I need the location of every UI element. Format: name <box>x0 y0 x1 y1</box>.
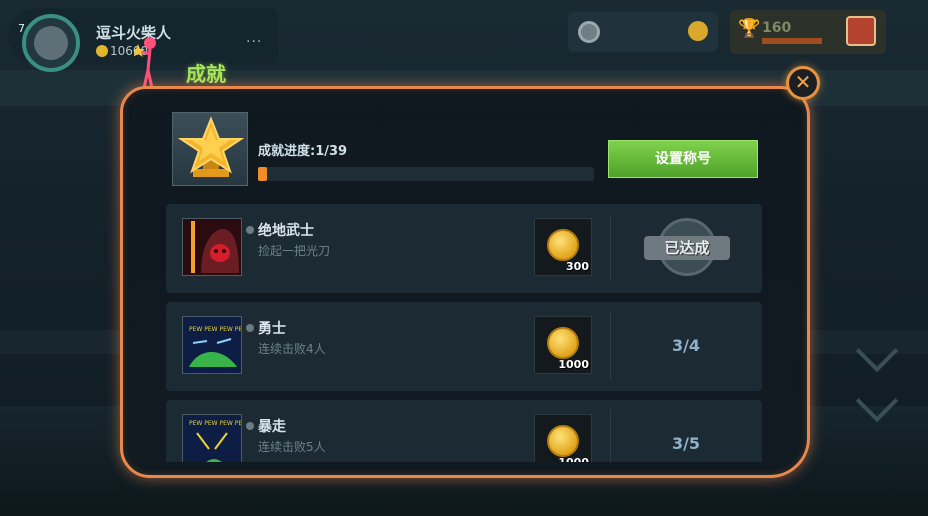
gold-coin-icon <box>688 21 708 41</box>
achievement-desc: 连续击败5人 <box>258 440 326 454</box>
set-title-button[interactable]: 设置称号 <box>608 140 758 178</box>
achievement-list[interactable]: 绝地武士 捡起一把光刀 300 已达成 PEW PEW PEW PEW 勇士 连… <box>166 204 762 462</box>
close-icon[interactable]: ✕ <box>786 66 820 100</box>
gold-coin-icon <box>547 425 579 457</box>
achievement-desc: 连续击败4人 <box>258 342 326 356</box>
list-item[interactable]: 绝地武士 捡起一把光刀 300 已达成 <box>166 204 762 293</box>
player-level: 7 <box>18 22 25 35</box>
list-item[interactable]: PEW PEW PEW PEW 勇士 连续击败4人 1000 3/4 <box>166 302 762 391</box>
avatar-silhouette-icon <box>34 26 68 60</box>
reward-amount: 300 <box>566 260 589 273</box>
page-title: 成就 <box>186 62 226 86</box>
reward-amount: 1000 <box>558 456 589 462</box>
reward-box: 1000 <box>534 316 592 374</box>
reward-amount: 1000 <box>558 358 589 371</box>
gold-coin-icon <box>547 229 579 261</box>
achievement-progress-fill <box>258 167 267 181</box>
achieved-label: 已达成 <box>644 236 730 260</box>
status-dot <box>246 422 254 430</box>
svg-text:PEW PEW PEW PEW: PEW PEW PEW PEW <box>189 420 241 427</box>
avatar[interactable] <box>22 14 80 72</box>
stickman-icon <box>134 37 156 89</box>
achieved-badge: 已达成 <box>644 218 730 278</box>
reward-box: 300 <box>534 218 592 276</box>
achievement-name: 勇士 <box>258 321 286 337</box>
hooded-figure-icon <box>182 218 242 276</box>
achievement-progress-label: 成就进度:1/39 <box>258 144 348 159</box>
achievement-name: 绝地武士 <box>258 223 314 239</box>
coin-icon <box>96 45 108 57</box>
trophy-bar[interactable]: 🏆 160 <box>730 10 886 54</box>
star-trophy-icon <box>177 116 245 177</box>
list-item[interactable]: PEW PEW PEW PEW 暴走 连续击败5人 1000 3/5 <box>166 400 762 462</box>
trophy-emblem <box>172 112 248 186</box>
pew-blaster-icon: PEW PEW PEW PEW <box>182 414 248 462</box>
trophy-score: 160 <box>762 20 792 36</box>
gold-coin-icon <box>547 327 579 359</box>
achievement-progress-bar <box>258 167 594 181</box>
status-dot <box>246 226 254 234</box>
reward-box: 1000 <box>534 414 592 462</box>
trophy-icon: 🏆 <box>738 18 761 39</box>
achievement-progress: 3/5 <box>671 434 701 453</box>
currency-bar[interactable] <box>568 12 718 52</box>
more-button[interactable]: ... <box>246 30 262 46</box>
status-dot <box>246 324 254 332</box>
divider <box>610 214 611 282</box>
achievement-desc: 捡起一把光刀 <box>258 244 331 258</box>
gem-icon <box>578 21 600 43</box>
pew-blaster-icon: PEW PEW PEW PEW <box>182 316 248 374</box>
achievement-progress: 3/4 <box>671 336 701 355</box>
trophy-progress-bar <box>762 38 822 44</box>
svg-text:PEW PEW PEW PEW: PEW PEW PEW PEW <box>189 326 241 333</box>
achievement-name: 暴走 <box>258 419 286 435</box>
chest-icon[interactable] <box>846 16 876 46</box>
